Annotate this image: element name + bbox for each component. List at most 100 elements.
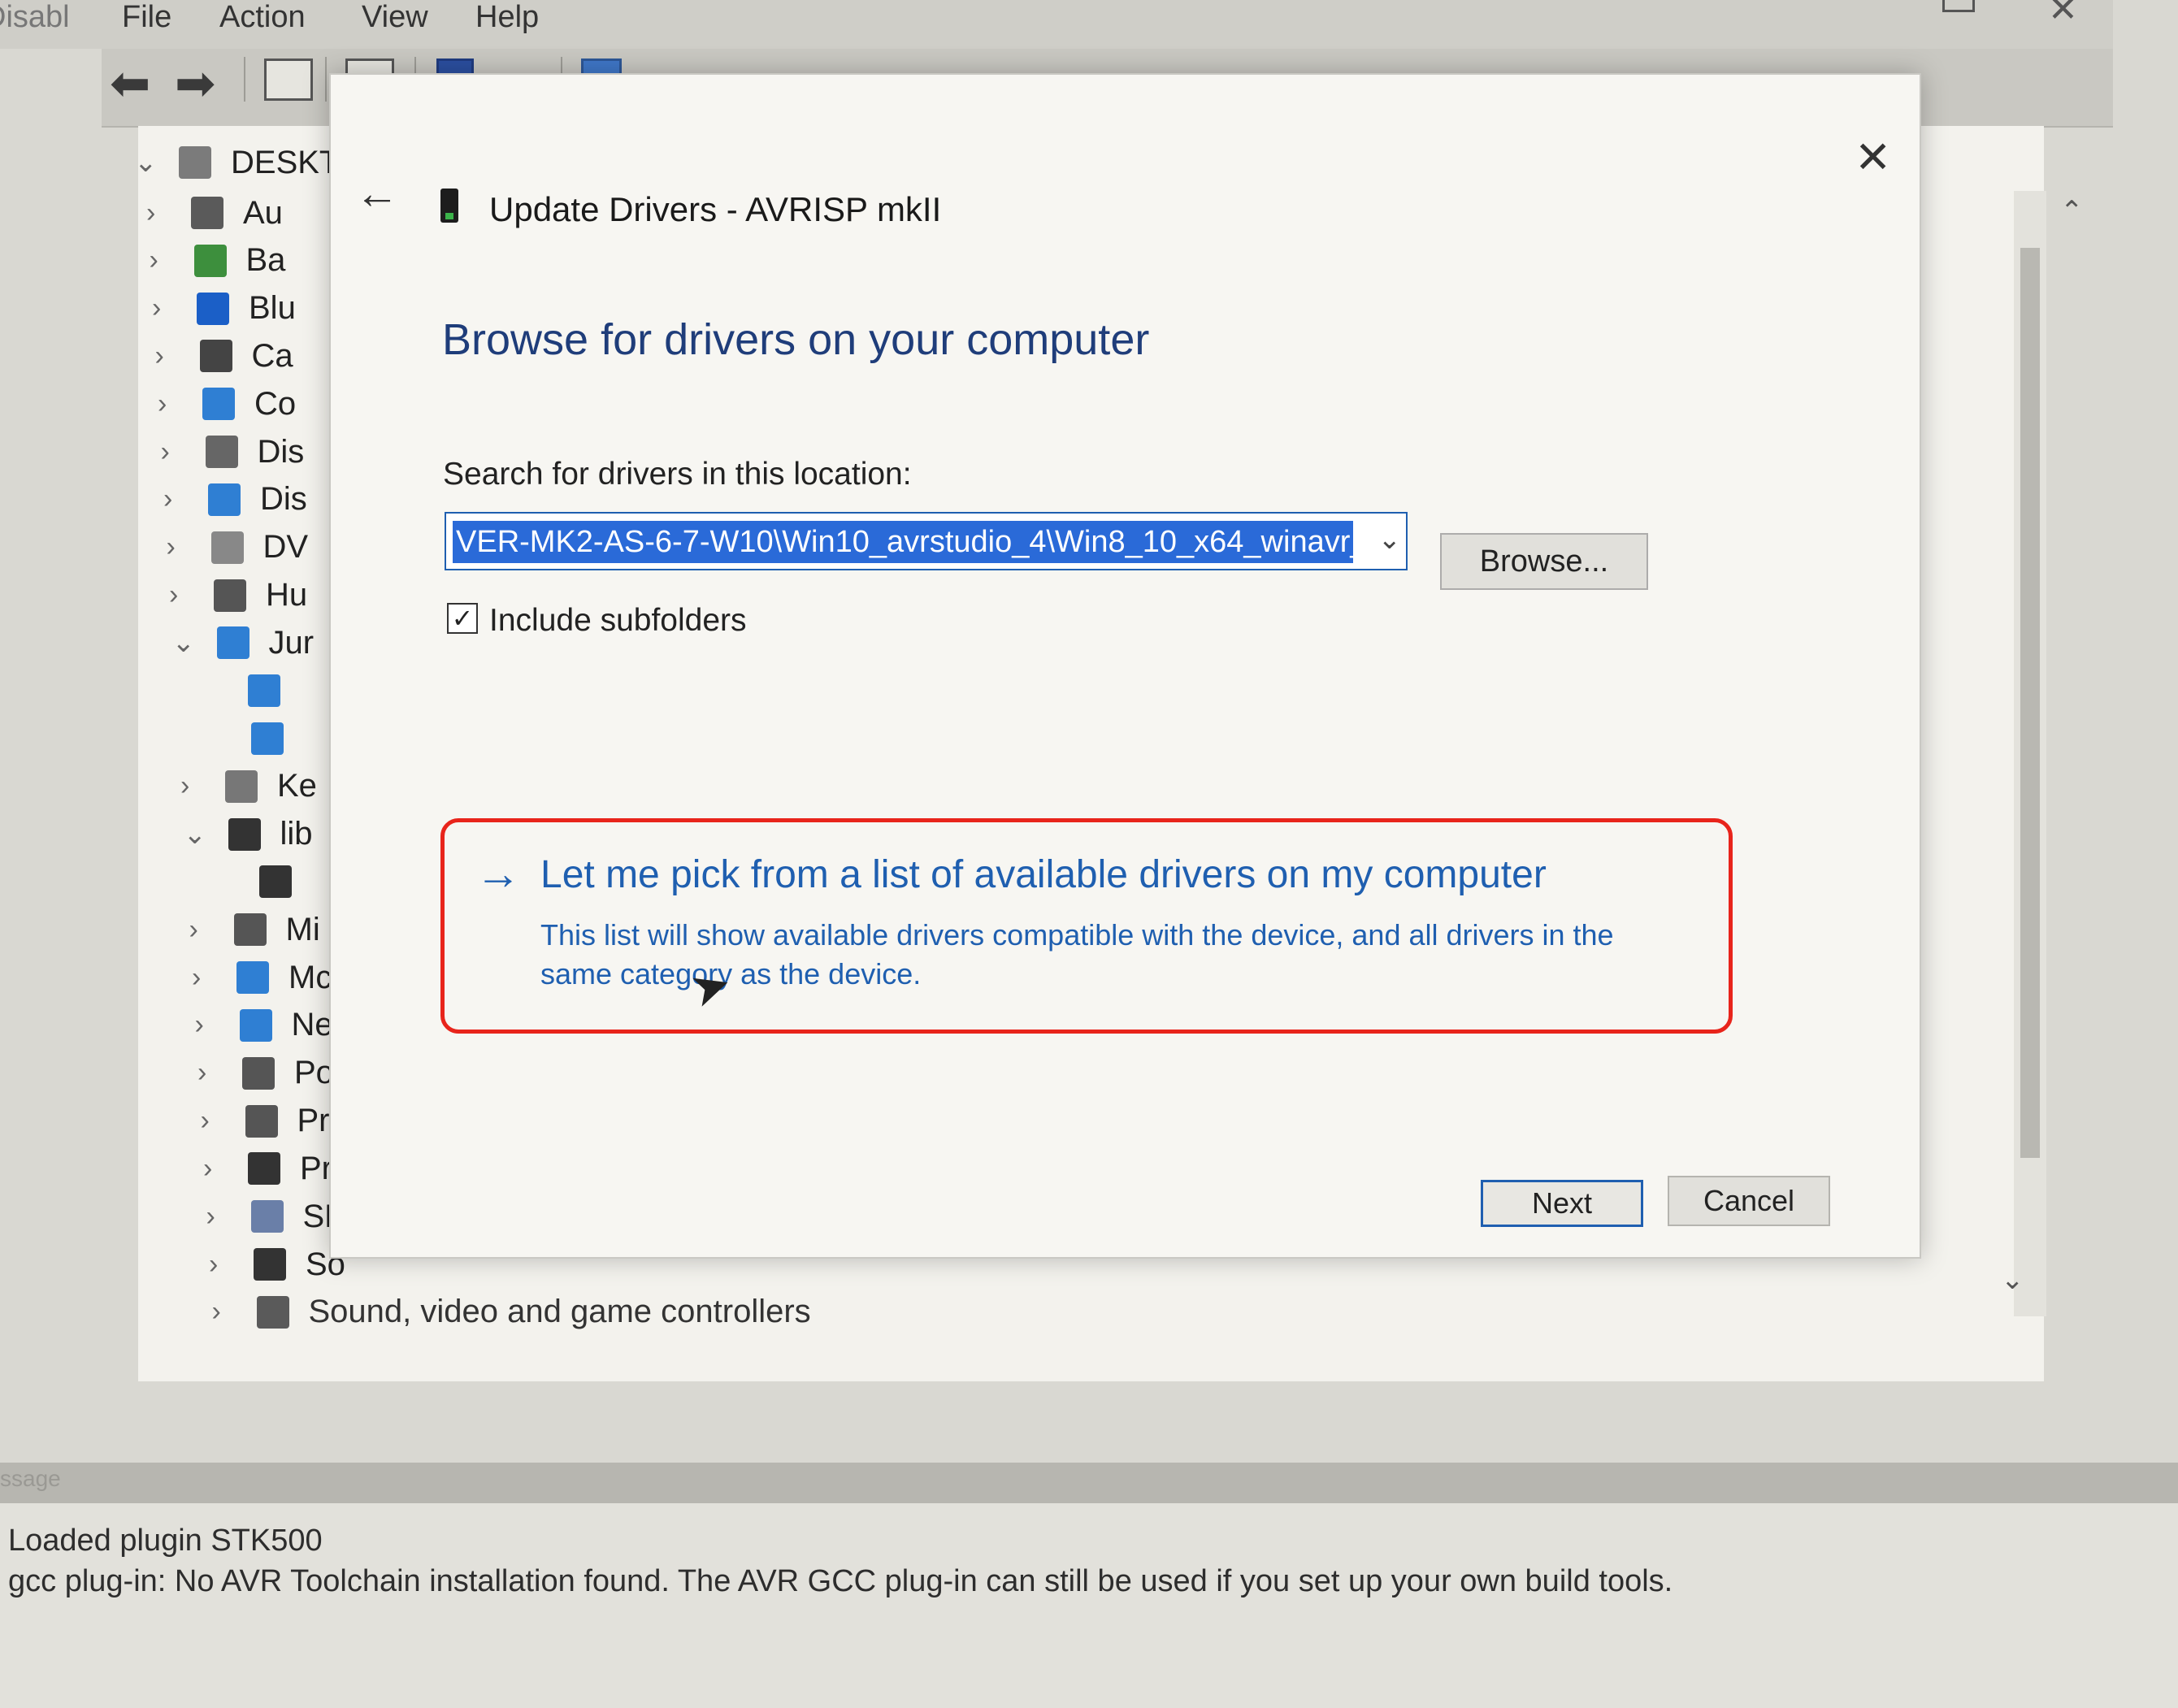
- tree-item-label: Ne: [291, 1007, 333, 1043]
- tree-item[interactable]: › Po: [197, 1049, 334, 1098]
- chevron-down-icon[interactable]: ⌄: [1378, 523, 1402, 556]
- scrollbar-thumb[interactable]: [2020, 248, 2040, 1158]
- tree-item-label: Ca: [251, 337, 293, 374]
- speaker-icon: [256, 1295, 289, 1329]
- include-subfolders-label[interactable]: Include subfolders: [489, 603, 747, 639]
- tree-item[interactable]: › Ke: [180, 762, 317, 811]
- tree-item[interactable]: [215, 857, 311, 906]
- chevron-right-icon[interactable]: ›: [197, 1057, 242, 1089]
- sd-host-icon: [250, 1200, 284, 1233]
- back-arrow-icon[interactable]: ⬅: [110, 55, 150, 112]
- next-button[interactable]: Next: [1481, 1180, 1643, 1227]
- menu-file[interactable]: File: [122, 0, 171, 35]
- output-line: Loaded plugin STK500: [8, 1524, 323, 1558]
- network-device-icon: [250, 722, 284, 756]
- chevron-right-icon[interactable]: ›: [163, 483, 208, 515]
- output-header: ssage: [0, 1463, 2178, 1503]
- include-subfolders-checkbox[interactable]: ✓: [447, 603, 478, 634]
- chevron-right-icon[interactable]: ›: [161, 436, 206, 468]
- close-window-icon[interactable]: ✕: [2048, 0, 2078, 30]
- tree-scrollbar[interactable]: [2014, 191, 2046, 1316]
- hid-icon: [214, 579, 246, 612]
- tree-item[interactable]: › Ba: [150, 236, 286, 285]
- chevron-right-icon[interactable]: ›: [201, 1105, 245, 1137]
- tree-item[interactable]: › Ca: [155, 332, 293, 380]
- tree-item-label: Ke: [277, 768, 317, 804]
- menu-truncated-item[interactable]: Disabl: [0, 0, 70, 35]
- chevron-right-icon[interactable]: ›: [152, 293, 197, 324]
- tree-item-label: Jur: [268, 624, 315, 661]
- tree-item-label: Sound, video and game controllers: [308, 1294, 811, 1330]
- tree-root-label: DESKT: [231, 144, 340, 180]
- tree-item[interactable]: › Mc: [192, 953, 332, 1002]
- tree-item[interactable]: › So: [209, 1240, 345, 1289]
- tree-item[interactable]: › Sound, video and game controllers: [212, 1288, 811, 1337]
- computer-icon: [202, 388, 235, 421]
- disk-drive-icon: [205, 436, 238, 469]
- computer-icon: [179, 146, 211, 179]
- menu-help[interactable]: Help: [475, 0, 539, 35]
- chevron-down-icon[interactable]: ⌄: [184, 818, 228, 851]
- tree-item-label: Hu: [266, 577, 308, 613]
- mouse-icon: [233, 913, 267, 947]
- tree-item[interactable]: › Ne: [195, 1001, 333, 1050]
- chevron-right-icon[interactable]: ›: [212, 1296, 257, 1328]
- monitor-icon: [236, 961, 269, 995]
- tree-item-label: Dis: [257, 433, 305, 470]
- scroll-up-icon[interactable]: ⌃: [2060, 195, 2084, 228]
- tree-item[interactable]: [203, 666, 300, 715]
- tree-item[interactable]: › Dis: [161, 427, 305, 476]
- tree-item[interactable]: › Pri: [201, 1097, 337, 1146]
- close-icon[interactable]: ✕: [1855, 132, 1891, 183]
- camera-icon: [199, 340, 232, 373]
- forward-arrow-icon[interactable]: ➡: [175, 55, 215, 112]
- cancel-button[interactable]: Cancel: [1668, 1176, 1830, 1226]
- tree-item[interactable]: ⌄ Jur: [172, 618, 315, 667]
- chevron-right-icon[interactable]: ›: [203, 1153, 248, 1185]
- chevron-right-icon[interactable]: ›: [155, 340, 200, 372]
- menu-view[interactable]: View: [362, 0, 428, 35]
- properties-icon[interactable]: [264, 59, 313, 101]
- search-location-label: Search for drivers in this location:: [443, 457, 912, 492]
- menu-action[interactable]: Action: [219, 0, 306, 35]
- chevron-right-icon[interactable]: ›: [180, 770, 225, 802]
- tree-item[interactable]: › Mi: [189, 905, 320, 954]
- scroll-down-icon[interactable]: ⌄: [2001, 1264, 2024, 1296]
- chevron-down-icon[interactable]: ⌄: [172, 626, 217, 659]
- chevron-right-icon[interactable]: ›: [146, 197, 191, 229]
- back-arrow-icon[interactable]: ←: [355, 168, 399, 219]
- tree-item[interactable]: › Blu: [152, 284, 296, 333]
- chevron-right-icon[interactable]: ›: [167, 531, 211, 563]
- tree-item[interactable]: › Hu: [169, 571, 307, 620]
- usb-device-icon: [440, 189, 458, 223]
- chevron-right-icon[interactable]: ›: [189, 914, 234, 946]
- driver-path-input[interactable]: VER-MK2-AS-6-7-W10\Win10_avrstudio_4\Win…: [453, 521, 1353, 563]
- tree-item[interactable]: › SD: [206, 1192, 349, 1241]
- tree-root[interactable]: ⌄ DESKT: [134, 138, 339, 187]
- chevron-down-icon[interactable]: ⌄: [134, 146, 179, 179]
- tree-item-label: Po: [294, 1055, 334, 1091]
- chevron-right-icon[interactable]: ›: [169, 579, 214, 611]
- printer-icon: [245, 1104, 278, 1138]
- tree-item[interactable]: › DV: [167, 523, 309, 572]
- tree-item[interactable]: ⌄ lib: [184, 810, 313, 859]
- tree-item[interactable]: › Dis: [163, 475, 307, 524]
- tree-item-label: Co: [254, 385, 297, 422]
- restore-window-icon[interactable]: [1942, 0, 1975, 12]
- chevron-right-icon[interactable]: ›: [206, 1201, 251, 1233]
- tree-item[interactable]: › Au: [146, 189, 283, 237]
- browse-button[interactable]: Browse...: [1440, 533, 1648, 590]
- network-device-icon: [248, 674, 280, 708]
- chevron-right-icon[interactable]: ›: [158, 388, 202, 420]
- tree-item[interactable]: › Co: [158, 379, 296, 428]
- pick-from-list-option[interactable]: → Let me pick from a list of available d…: [440, 818, 1733, 1034]
- chevron-right-icon[interactable]: ›: [195, 1009, 240, 1041]
- port-icon: [242, 1056, 275, 1090]
- chevron-right-icon[interactable]: ›: [192, 962, 236, 994]
- driver-path-combobox[interactable]: VER-MK2-AS-6-7-W10\Win10_avrstudio_4\Win…: [445, 512, 1408, 570]
- chevron-right-icon[interactable]: ›: [209, 1249, 254, 1281]
- tree-item[interactable]: [206, 714, 303, 763]
- pick-from-list-title[interactable]: Let me pick from a list of available dri…: [540, 852, 1547, 897]
- chevron-right-icon[interactable]: ›: [150, 245, 194, 276]
- tree-item-label: Au: [243, 194, 283, 231]
